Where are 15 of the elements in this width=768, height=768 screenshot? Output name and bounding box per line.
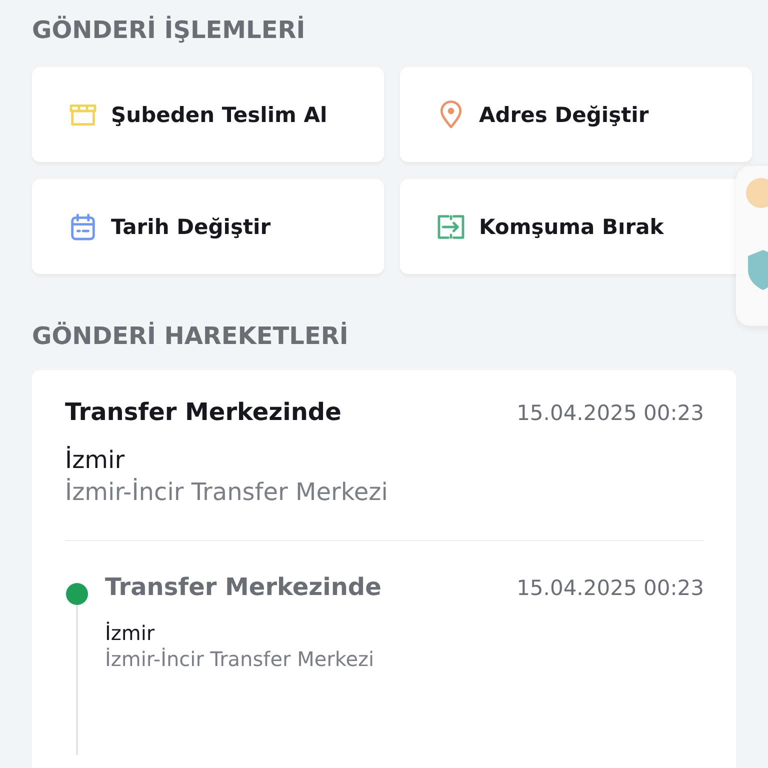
section-heading: GÖNDERİ HAREKETLERİ (32, 320, 350, 352)
date-time: 15.04.2025 00:23 (516, 576, 704, 600)
badge-icon[interactable] (746, 178, 768, 208)
action-button[interactable]: Adres Değiştir (400, 67, 752, 162)
location-text: İzmir-İncir Transfer Merkezi (105, 647, 376, 671)
timeline-dot (66, 583, 88, 605)
city-text: İzmir (105, 621, 156, 645)
section-heading: GÖNDERİ İŞLEMLERİ (32, 14, 306, 46)
date-time: 15.04.2025 00:23 (516, 401, 704, 425)
action-button[interactable]: Şubeden Teslim Al (32, 67, 384, 162)
status-title: Transfer Merkezinde (105, 573, 382, 601)
city-text: İzmir (65, 446, 126, 474)
status-title: Transfer Merkezinde (65, 398, 342, 426)
location-text: İzmir-İncir Transfer Merkezi (65, 478, 389, 506)
action-button[interactable]: Tarih Değiştir (32, 179, 384, 274)
